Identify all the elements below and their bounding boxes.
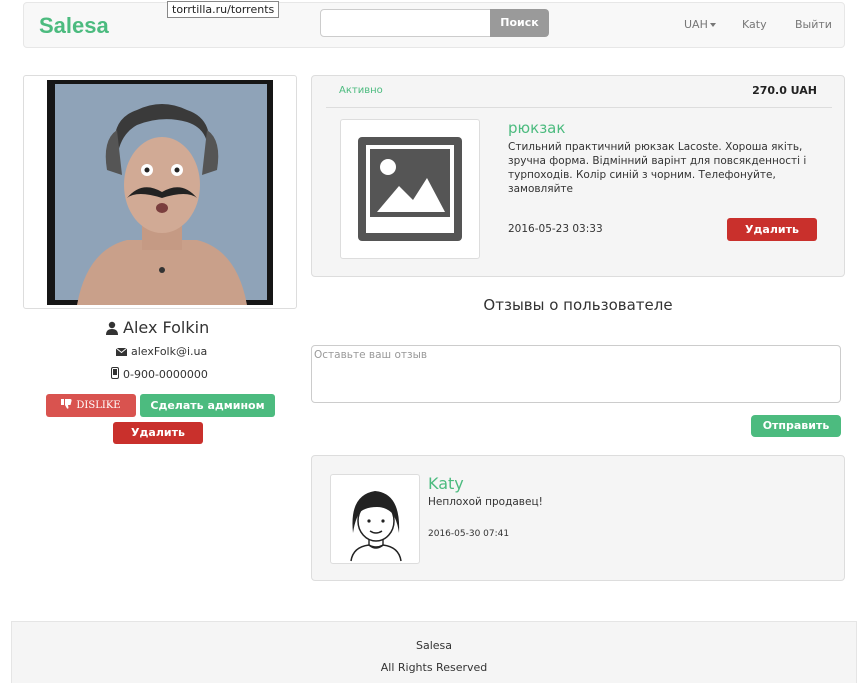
logout-link[interactable]: Выйти — [795, 18, 832, 31]
profile-photo-frame — [23, 75, 297, 309]
caret-down-icon — [709, 23, 716, 27]
profile-email-text: alexFolk@i.ua — [131, 345, 208, 358]
thumbs-down-icon — [61, 395, 73, 418]
listing-price: 270.0 UAH — [752, 84, 817, 97]
dislike-button[interactable]: DISLIKE — [46, 394, 136, 417]
review-textarea[interactable]: Оставьте ваш отзыв — [311, 345, 841, 403]
search-input[interactable] — [320, 9, 492, 37]
footer-brand: Salesa — [415, 639, 453, 652]
currency-label: UAH — [684, 18, 708, 31]
review-text: Неплохой продавец! — [428, 496, 543, 508]
dislike-label: DISLIKE — [76, 400, 121, 411]
reviewer-avatar — [330, 474, 420, 564]
reviews-heading: Отзывы о пользователе — [483, 296, 673, 314]
phone-icon — [111, 367, 119, 382]
profile-phone: 0-900-0000000 — [111, 367, 208, 382]
send-review-button[interactable]: Отправить — [751, 415, 841, 437]
listing-title[interactable]: рюкзак — [508, 119, 565, 137]
divider — [326, 107, 832, 108]
review-date: 2016-05-30 07:41 — [428, 529, 510, 539]
footer: Salesa All Rights Reserved — [11, 621, 857, 683]
listing-date: 2016-05-23 03:33 — [508, 223, 603, 235]
delete-listing-button[interactable]: Удалить — [727, 218, 817, 241]
footer-copyright: All Rights Reserved — [380, 661, 488, 674]
currency-dropdown[interactable]: UAH — [684, 18, 716, 31]
review-author[interactable]: Katy — [428, 474, 464, 493]
brand-logo[interactable]: Salesa — [39, 13, 109, 39]
top-navbar: Salesa Поиск UAH Katy Выйти — [23, 2, 845, 48]
listing-status: Активно — [339, 85, 383, 96]
profile-photo — [47, 80, 273, 305]
review-placeholder: Оставьте ваш отзыв — [314, 349, 428, 361]
listing-description: Стильний практичний рюкзак Lacoste. Хоро… — [508, 141, 807, 195]
person-icon — [105, 320, 119, 339]
profile-email: alexFolk@i.ua — [115, 345, 208, 359]
profile-name: Alex Folkin — [105, 318, 209, 339]
delete-user-button[interactable]: Удалить юзера — [113, 422, 203, 461]
nav-user-link[interactable]: Katy — [742, 18, 767, 31]
listing-card: Активно 270.0 UAH рюкзак Стильний практи… — [311, 75, 845, 277]
make-admin-button[interactable]: Сделать админом — [140, 394, 275, 417]
review-card: Katy Неплохой продавец! 2016-05-30 07:41 — [311, 455, 845, 581]
envelope-icon — [115, 346, 128, 359]
search-button[interactable]: Поиск — [490, 9, 549, 37]
listing-thumbnail[interactable] — [340, 119, 480, 259]
url-tooltip: torrtilla.ru/torrents — [167, 1, 280, 18]
profile-name-text: Alex Folkin — [123, 318, 210, 337]
profile-phone-text: 0-900-0000000 — [123, 368, 208, 381]
